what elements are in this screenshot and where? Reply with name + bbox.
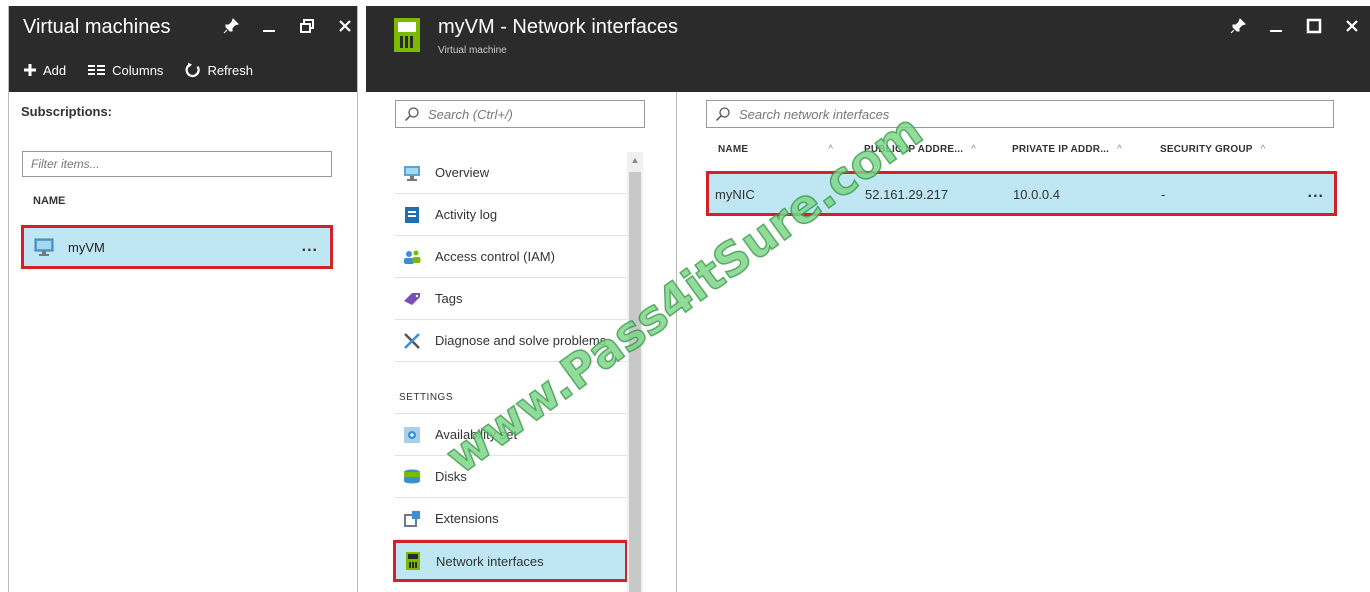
- search-icon: [715, 106, 731, 122]
- menu-item-label: Extensions: [435, 511, 499, 526]
- menu-item-label: Network interfaces: [436, 553, 544, 569]
- refresh-icon: [185, 62, 201, 78]
- vm-name: myVM: [68, 239, 105, 255]
- more-options-button[interactable]: ...: [1308, 184, 1324, 202]
- restore-icon[interactable]: [297, 16, 317, 36]
- menu-item-tags[interactable]: Tags: [395, 278, 627, 320]
- users-icon: [403, 248, 421, 266]
- network-search-input[interactable]: Search network interfaces: [706, 100, 1334, 128]
- add-button[interactable]: Add: [23, 63, 66, 78]
- scroll-up-arrow-icon[interactable]: ▲: [630, 155, 640, 165]
- close-icon[interactable]: [335, 16, 355, 36]
- pin-icon[interactable]: [1228, 16, 1248, 36]
- network-card-icon: [404, 552, 422, 570]
- monitor-icon: [403, 164, 421, 182]
- network-interfaces-blade: Search network interfaces NAME ^ PUBLIC …: [677, 92, 1370, 592]
- blade-subtitle: Virtual machine: [438, 45, 507, 56]
- settings-section-heading: SETTINGS: [395, 362, 627, 414]
- menu-item-label: Access control (IAM): [435, 249, 555, 264]
- blade-header: Virtual machines Add Columns Refresh: [9, 6, 357, 92]
- menu-item-network-interfaces[interactable]: Network interfaces: [393, 540, 628, 582]
- menu-item-availability-set[interactable]: Availability set: [395, 414, 627, 456]
- menu-item-disks[interactable]: Disks: [395, 456, 627, 498]
- filter-items-input[interactable]: [22, 151, 332, 177]
- public-ip-value: 52.161.29.217: [865, 187, 949, 202]
- menu-search-input[interactable]: Search (Ctrl+/): [395, 100, 645, 128]
- search-icon: [404, 106, 420, 122]
- virtual-machines-blade: Virtual machines Add Columns Refresh Sub…: [8, 6, 358, 592]
- blade-toolbar: Add Columns Refresh: [23, 62, 253, 78]
- columns-button[interactable]: Columns: [88, 63, 163, 78]
- network-search-placeholder: Search network interfaces: [739, 106, 890, 122]
- menu-item-label: Disks: [435, 469, 467, 484]
- security-group-value: -: [1161, 187, 1166, 202]
- window-controls: [221, 16, 355, 36]
- vm-blade-header: myVM - Network interfaces Virtual machin…: [366, 6, 1370, 92]
- more-options-button[interactable]: ...: [302, 238, 318, 256]
- menu-item-label: Diagnose and solve problems: [435, 333, 607, 348]
- close-icon[interactable]: [1342, 16, 1362, 36]
- plus-icon: [23, 63, 37, 77]
- add-label: Add: [43, 62, 67, 78]
- menu-item-label: Availability set: [435, 427, 518, 442]
- sort-caret-icon: ^: [828, 144, 834, 155]
- column-header-security-group[interactable]: SECURITY GROUP ^: [1160, 144, 1266, 155]
- menu-item-diagnose[interactable]: Diagnose and solve problems: [395, 320, 627, 362]
- vm-list-item[interactable]: myVM ...: [21, 225, 333, 269]
- table-row[interactable]: myNIC 52.161.29.217 10.0.0.4 - ...: [706, 171, 1337, 216]
- menu-item-activity-log[interactable]: Activity log: [395, 194, 627, 236]
- extensions-icon: [403, 510, 421, 528]
- menu-item-access-control[interactable]: Access control (IAM): [395, 236, 627, 278]
- sort-caret-icon: ^: [971, 144, 977, 155]
- disks-icon: [403, 468, 421, 486]
- column-header-name[interactable]: NAME ^: [718, 144, 833, 155]
- minimize-icon[interactable]: [259, 16, 279, 36]
- availability-icon: [403, 426, 421, 444]
- menu-scrollbar[interactable]: ▲: [627, 152, 643, 592]
- menu-item-label: Activity log: [435, 207, 498, 222]
- blade-title: myVM - Network interfaces: [438, 16, 679, 38]
- pin-icon[interactable]: [221, 16, 241, 36]
- columns-label: Columns: [112, 62, 164, 78]
- sort-caret-icon: ^: [1117, 144, 1123, 155]
- name-column-header[interactable]: NAME: [33, 195, 65, 207]
- menu-list: Overview Activity log Access control (IA…: [393, 152, 628, 582]
- column-label: SECURITY GROUP: [1160, 144, 1253, 155]
- columns-icon: [88, 64, 106, 76]
- wrench-icon: [403, 332, 421, 350]
- column-header-private-ip[interactable]: PRIVATE IP ADDR... ^: [1012, 144, 1122, 155]
- column-label: PRIVATE IP ADDR...: [1012, 144, 1110, 155]
- scrollbar-thumb[interactable]: [629, 172, 641, 592]
- blade-title: Virtual machines: [23, 16, 171, 38]
- subscriptions-label: Subscriptions:: [21, 104, 113, 119]
- log-icon: [403, 206, 421, 224]
- menu-item-label: Overview: [435, 165, 490, 180]
- network-card-icon: [394, 18, 420, 52]
- sort-caret-icon: ^: [1260, 144, 1266, 155]
- menu-item-overview[interactable]: Overview: [395, 152, 627, 194]
- menu-search-placeholder: Search (Ctrl+/): [428, 106, 513, 122]
- maximize-icon[interactable]: [1304, 16, 1324, 36]
- tag-icon: [403, 290, 421, 308]
- resource-menu: Search (Ctrl+/) Overview Activity log Ac…: [377, 92, 677, 592]
- private-ip-value: 10.0.0.4: [1013, 187, 1060, 202]
- menu-item-extensions[interactable]: Extensions: [395, 498, 627, 540]
- menu-item-label: Tags: [435, 291, 463, 306]
- virtual-machine-icon: [34, 238, 54, 256]
- refresh-button[interactable]: Refresh: [185, 62, 253, 78]
- column-label: NAME: [718, 144, 749, 155]
- window-controls: [1228, 16, 1362, 36]
- column-header-public-ip[interactable]: PUBLIC IP ADDRE... ^: [864, 144, 976, 155]
- minimize-icon[interactable]: [1266, 16, 1286, 36]
- nic-name: myNIC: [715, 187, 755, 202]
- table-header: NAME ^ PUBLIC IP ADDRE... ^ PRIVATE IP A…: [706, 144, 1346, 166]
- refresh-label: Refresh: [207, 62, 253, 78]
- column-label: PUBLIC IP ADDRE...: [864, 144, 964, 155]
